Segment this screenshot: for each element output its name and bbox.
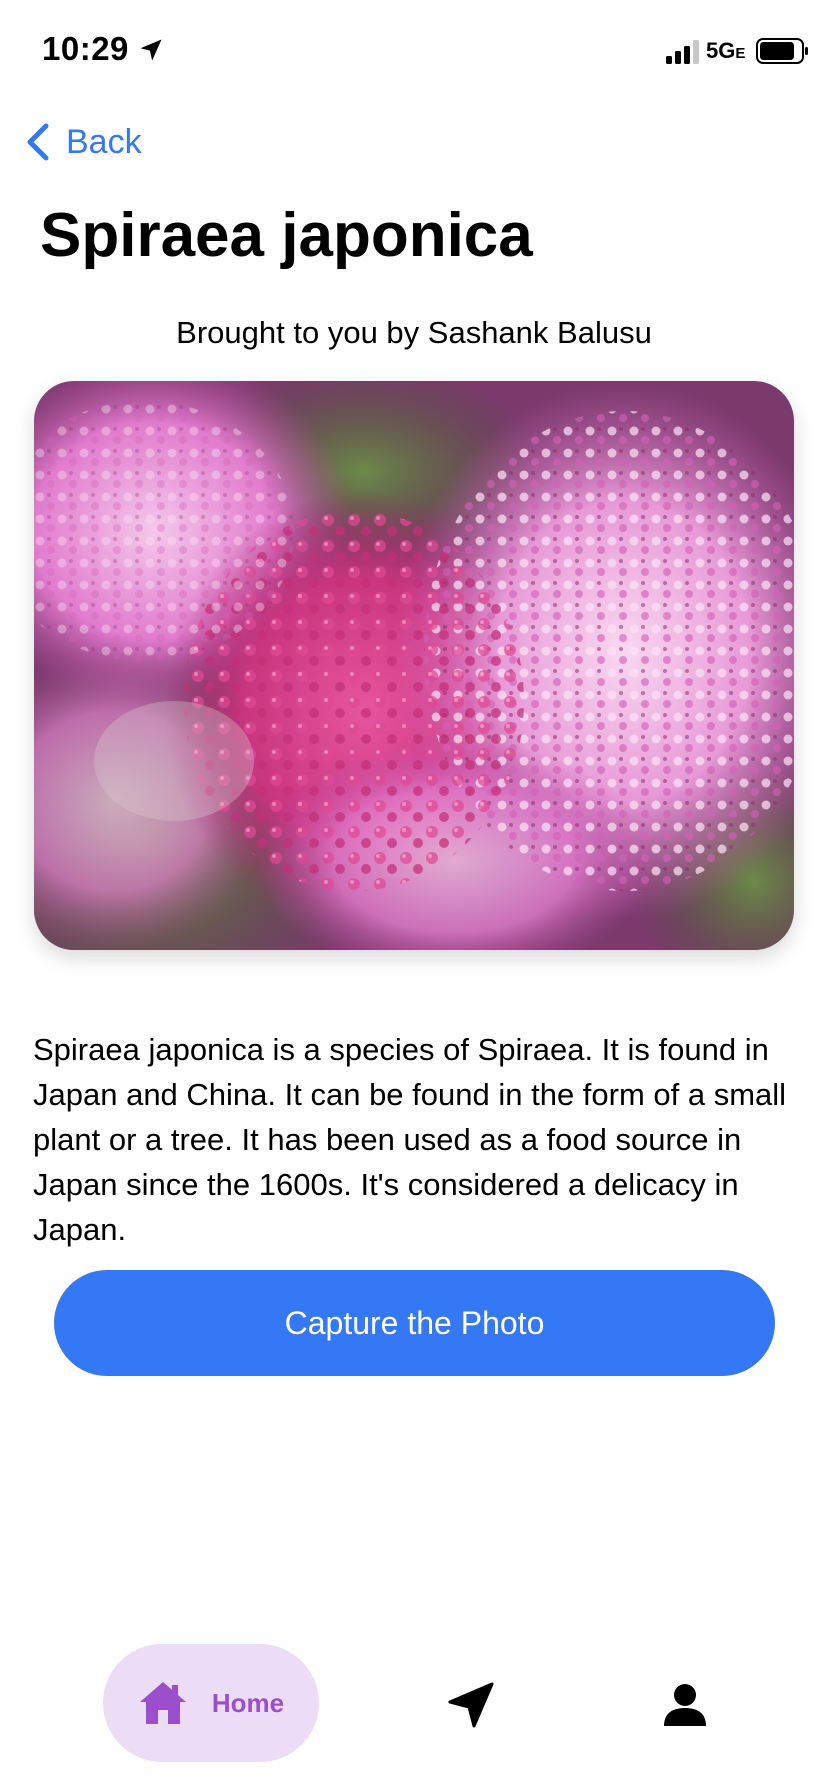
capture-photo-button[interactable]: Capture the Photo <box>54 1270 775 1376</box>
plant-description: Spiraea japonica is a species of Spiraea… <box>33 1032 787 1247</box>
author-credit: Brought to you by Sashank Balusu <box>176 315 652 350</box>
back-label: Back <box>66 122 142 161</box>
plant-detail-screen: 10:29 5GE Back Spiraea japonica Brought … <box>0 0 828 1792</box>
battery-icon <box>756 38 808 64</box>
chevron-left-icon <box>27 123 49 161</box>
home-icon <box>139 1682 186 1724</box>
back-button[interactable]: Back <box>24 118 142 166</box>
cellular-signal-icon <box>666 40 699 64</box>
location-services-icon <box>140 39 162 61</box>
tab-home[interactable]: Home <box>103 1644 319 1762</box>
status-time: 10:29 <box>42 30 129 67</box>
person-icon[interactable] <box>662 1682 708 1728</box>
network-type-label: 5GE <box>706 38 746 63</box>
status-bar: 10:29 5GE <box>0 0 828 100</box>
page-title: Spiraea japonica <box>40 201 533 270</box>
navigation-arrow-icon[interactable] <box>446 1680 496 1730</box>
tab-home-label: Home <box>211 1687 285 1718</box>
plant-photo <box>34 381 794 950</box>
spiraea-flowers-image <box>34 381 794 950</box>
